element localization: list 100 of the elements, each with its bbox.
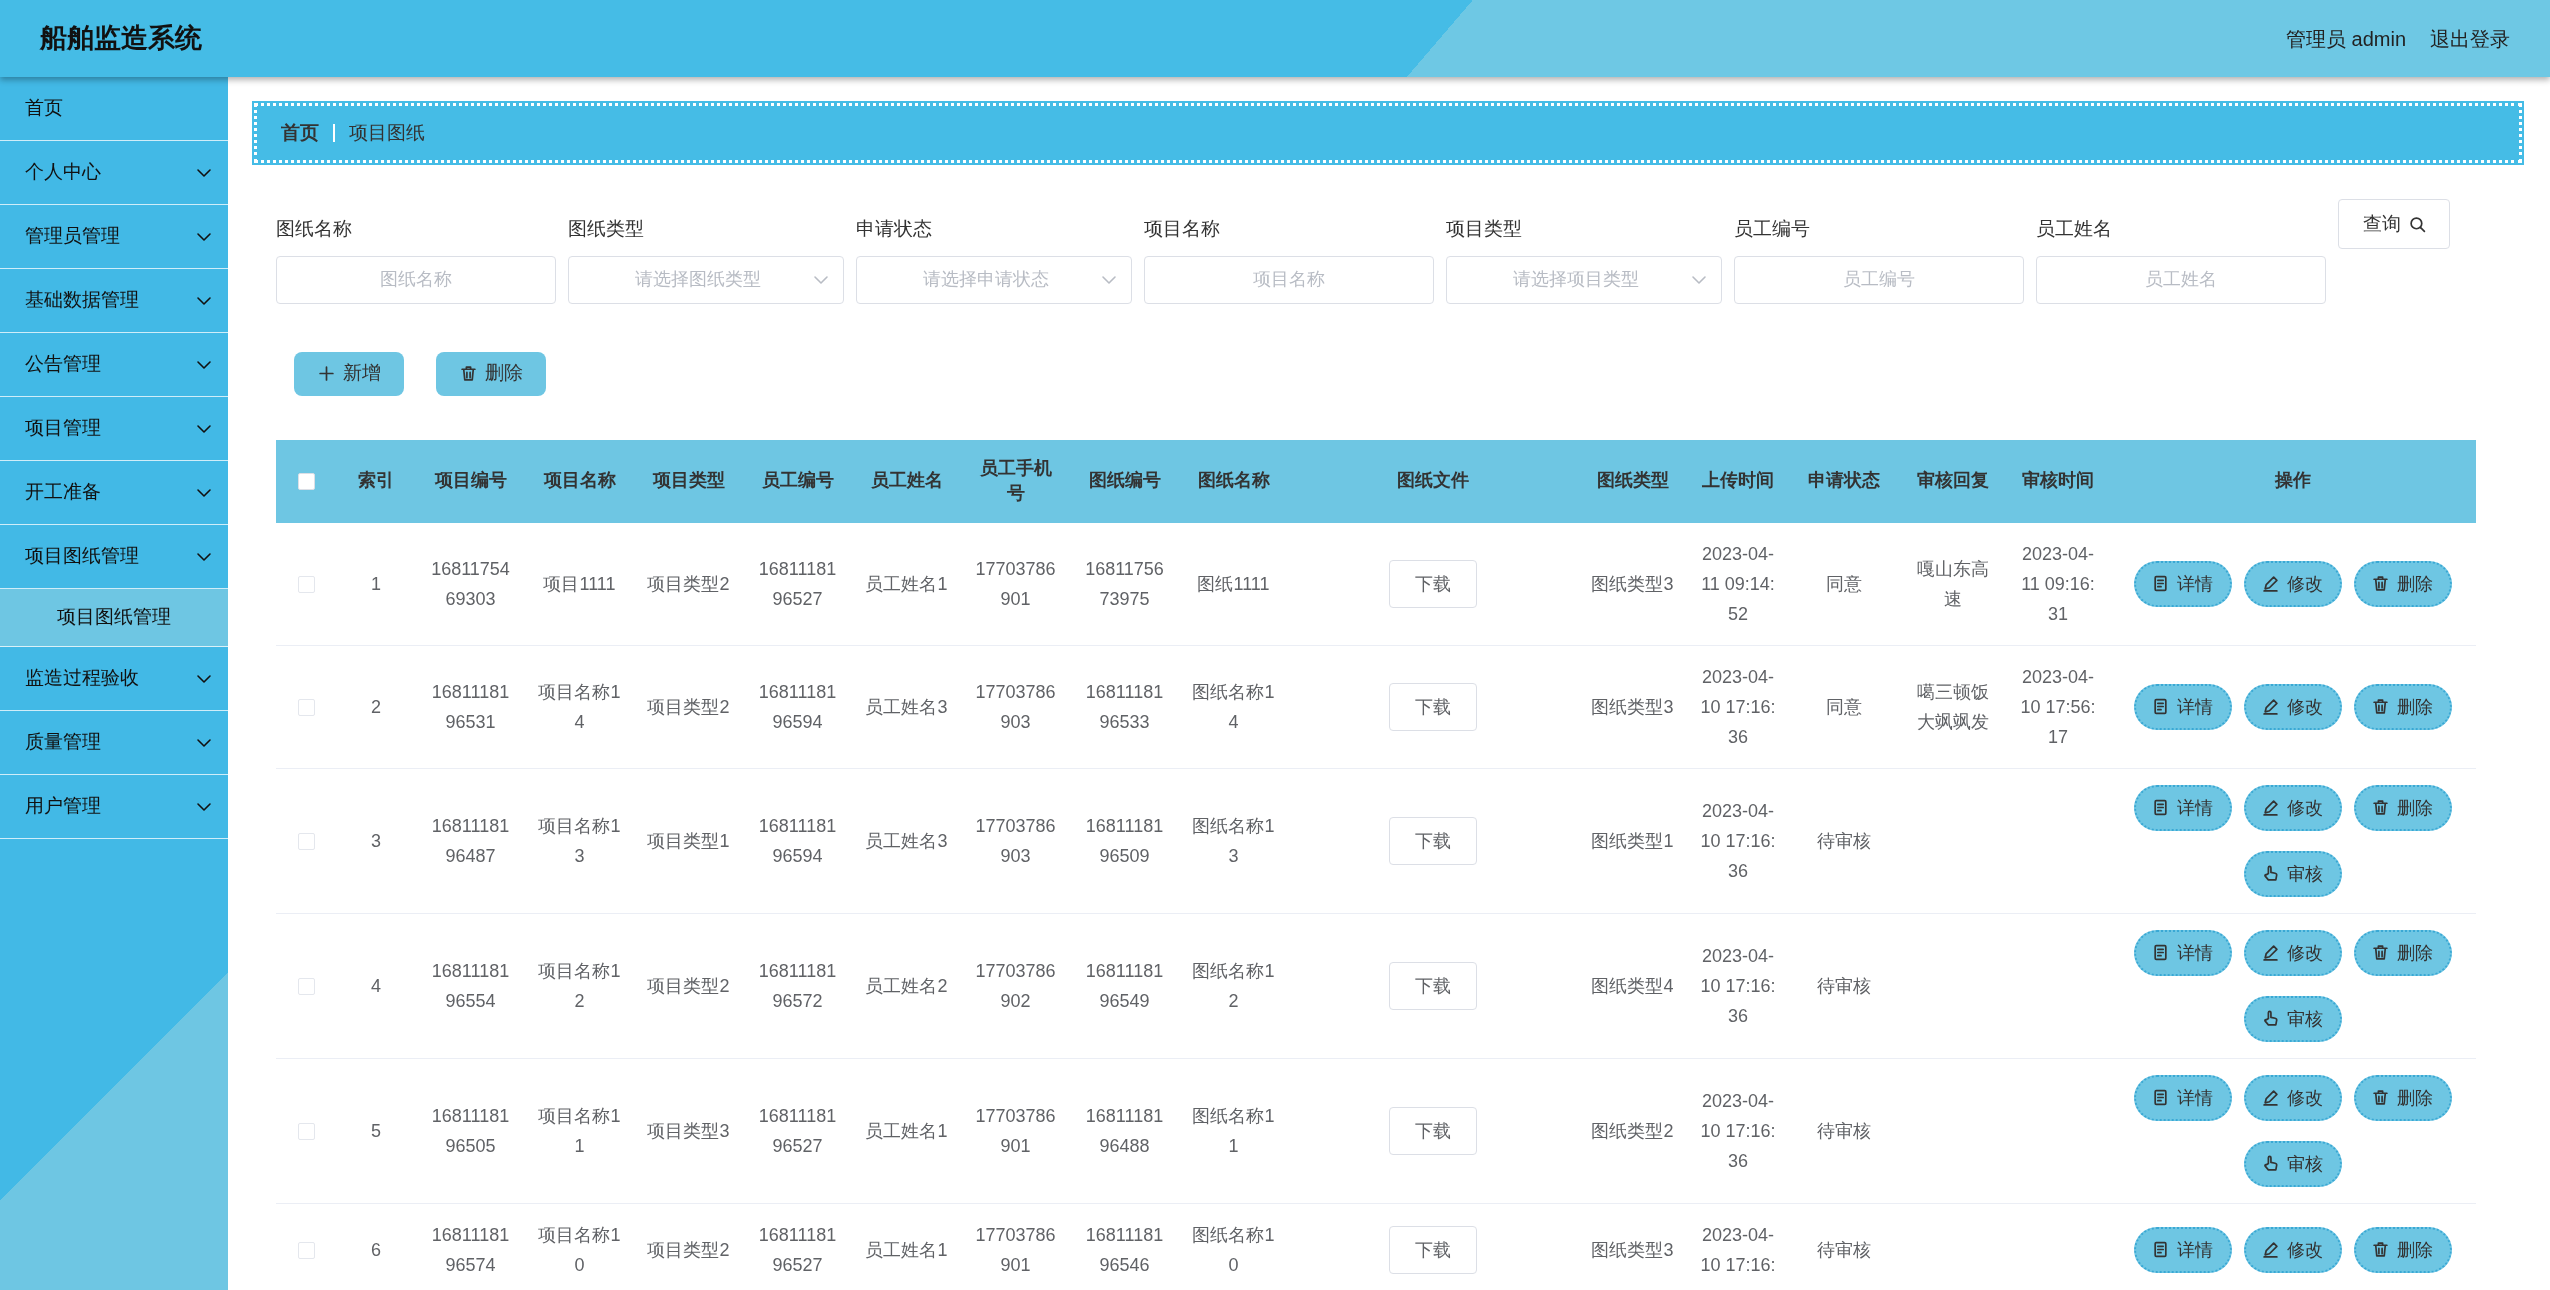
table-cell: 项目名称12 xyxy=(525,913,634,1058)
table-cell: 图纸类型4 xyxy=(1578,913,1687,1058)
sidebar-item[interactable]: 用户管理 xyxy=(0,775,228,839)
trash-icon xyxy=(2372,1241,2389,1258)
edit-button[interactable]: 修改 xyxy=(2243,1074,2342,1121)
row-checkbox[interactable] xyxy=(297,699,315,717)
row-checkbox[interactable] xyxy=(297,833,315,851)
table-cell: 图纸类型3 xyxy=(1578,522,1687,645)
detail-button[interactable]: 详情 xyxy=(2133,1074,2232,1121)
table-cell: 1681118196527 xyxy=(743,1203,852,1290)
add-button[interactable]: 新增 xyxy=(294,351,404,396)
table-cell: 1681118196531 xyxy=(416,645,525,768)
download-button[interactable]: 下载 xyxy=(1389,1225,1477,1274)
user-link[interactable]: 管理员 admin xyxy=(2285,23,2406,54)
delete-button[interactable]: 删除 xyxy=(2353,1226,2452,1273)
sidebar-item[interactable]: 公告管理 xyxy=(0,333,228,397)
table-cell: 图纸类型2 xyxy=(1578,1058,1687,1203)
pencil-icon xyxy=(2262,799,2279,816)
trash-icon xyxy=(459,365,477,382)
download-button[interactable]: 下载 xyxy=(1389,559,1477,608)
table-cell: 待审核 xyxy=(1789,1058,1898,1203)
table-cell: 待审核 xyxy=(1789,913,1898,1058)
table-cell: 项目名称11 xyxy=(525,1058,634,1203)
sidebar-item[interactable]: 项目管理 xyxy=(0,397,228,461)
select-all-checkbox[interactable] xyxy=(297,473,315,491)
column-header: 上传时间 xyxy=(1687,439,1789,523)
sidebar-item[interactable]: 监造过程验收 xyxy=(0,647,228,711)
edit-button[interactable]: 修改 xyxy=(2243,683,2342,730)
download-button[interactable]: 下载 xyxy=(1389,961,1477,1010)
edit-button[interactable]: 修改 xyxy=(2243,1226,2342,1273)
row-checkbox[interactable] xyxy=(297,1242,315,1260)
delete-button[interactable]: 删除 xyxy=(2353,560,2452,607)
hand-icon xyxy=(2262,1155,2279,1172)
sidebar-item[interactable]: 首页 xyxy=(0,77,228,141)
row-checkbox[interactable] xyxy=(297,978,315,996)
chevron-down-icon xyxy=(813,274,829,285)
sidebar-label: 管理员管理 xyxy=(25,224,120,249)
edit-button[interactable]: 修改 xyxy=(2243,784,2342,831)
chevron-down-icon xyxy=(196,487,212,498)
review-button[interactable]: 审核 xyxy=(2243,995,2342,1042)
review-button[interactable]: 审核 xyxy=(2243,850,2342,897)
edit-button[interactable]: 修改 xyxy=(2243,560,2342,607)
table-cell: 员工姓名1 xyxy=(852,522,961,645)
table-cell: 17703786902 xyxy=(961,913,1070,1058)
detail-button[interactable]: 详情 xyxy=(2133,560,2232,607)
query-button[interactable]: 查询 xyxy=(2338,199,2450,249)
column-header: 员工姓名 xyxy=(852,439,961,523)
chevron-down-icon xyxy=(196,167,212,178)
detail-button[interactable]: 详情 xyxy=(2133,683,2232,730)
sidebar-item[interactable]: 质量管理 xyxy=(0,711,228,775)
table-cell: 17703786901 xyxy=(961,522,1070,645)
detail-button[interactable]: 详情 xyxy=(2133,784,2232,831)
column-header: 图纸名称 xyxy=(1179,439,1288,523)
sidebar-subitem[interactable]: 项目图纸管理 xyxy=(0,589,228,647)
table-cell: 图纸名称10 xyxy=(1179,1203,1288,1290)
sidebar-item[interactable]: 基础数据管理 xyxy=(0,269,228,333)
download-button[interactable]: 下载 xyxy=(1389,1106,1477,1155)
document-icon xyxy=(2152,944,2169,961)
table-cell: 1681118196594 xyxy=(743,768,852,913)
sidebar-item[interactable]: 开工准备 xyxy=(0,461,228,525)
download-button[interactable]: 下载 xyxy=(1389,682,1477,731)
sidebar-label: 质量管理 xyxy=(25,730,101,755)
sidebar-label: 项目图纸管理 xyxy=(25,544,139,569)
pencil-icon xyxy=(2262,698,2279,715)
table-cell: 员工姓名3 xyxy=(852,768,961,913)
review-button[interactable]: 审核 xyxy=(2243,1140,2342,1187)
sidebar-item[interactable]: 管理员管理 xyxy=(0,205,228,269)
row-checkbox[interactable] xyxy=(297,1123,315,1141)
delete-button[interactable]: 删除 xyxy=(2353,683,2452,730)
delete-button[interactable]: 删除 xyxy=(2353,784,2452,831)
delete-button[interactable]: 删除 xyxy=(436,351,546,396)
table-cell: 项目类型2 xyxy=(634,913,743,1058)
column-header: 项目编号 xyxy=(416,439,525,523)
table-cell: 员工姓名1 xyxy=(852,1203,961,1290)
chevron-down-icon xyxy=(196,673,212,684)
table-cell: 1681118196546 xyxy=(1070,1203,1179,1290)
sidebar-item[interactable]: 个人中心 xyxy=(0,141,228,205)
filter-label: 项目名称 xyxy=(1144,217,1221,241)
table-cell: 员工姓名3 xyxy=(852,645,961,768)
chevron-down-icon xyxy=(196,551,212,562)
breadcrumb-item[interactable]: 首页 xyxy=(281,118,319,148)
download-button[interactable]: 下载 xyxy=(1389,816,1477,865)
table-cell: 嘎山东高速 xyxy=(1898,522,2007,645)
filter-label: 员工编号 xyxy=(1734,217,1811,241)
filter-label: 员工姓名 xyxy=(2036,217,2113,241)
table-cell: 2 xyxy=(336,645,416,768)
sidebar-label: 个人中心 xyxy=(25,160,101,185)
table-cell: 1681118196554 xyxy=(416,913,525,1058)
table-cell: 2023-04-10 17:56:17 xyxy=(2007,645,2109,768)
filter-label: 图纸名称 xyxy=(276,217,353,241)
detail-button[interactable]: 详情 xyxy=(2133,929,2232,976)
table-cell: 1681118196572 xyxy=(743,913,852,1058)
logout-link[interactable]: 退出登录 xyxy=(2430,23,2510,54)
delete-button[interactable]: 删除 xyxy=(2353,1074,2452,1121)
delete-button[interactable]: 删除 xyxy=(2353,929,2452,976)
table-cell: 项目名称13 xyxy=(525,768,634,913)
edit-button[interactable]: 修改 xyxy=(2243,929,2342,976)
detail-button[interactable]: 详情 xyxy=(2133,1226,2232,1273)
column-header: 索引 xyxy=(336,439,416,523)
row-checkbox[interactable] xyxy=(297,576,315,594)
